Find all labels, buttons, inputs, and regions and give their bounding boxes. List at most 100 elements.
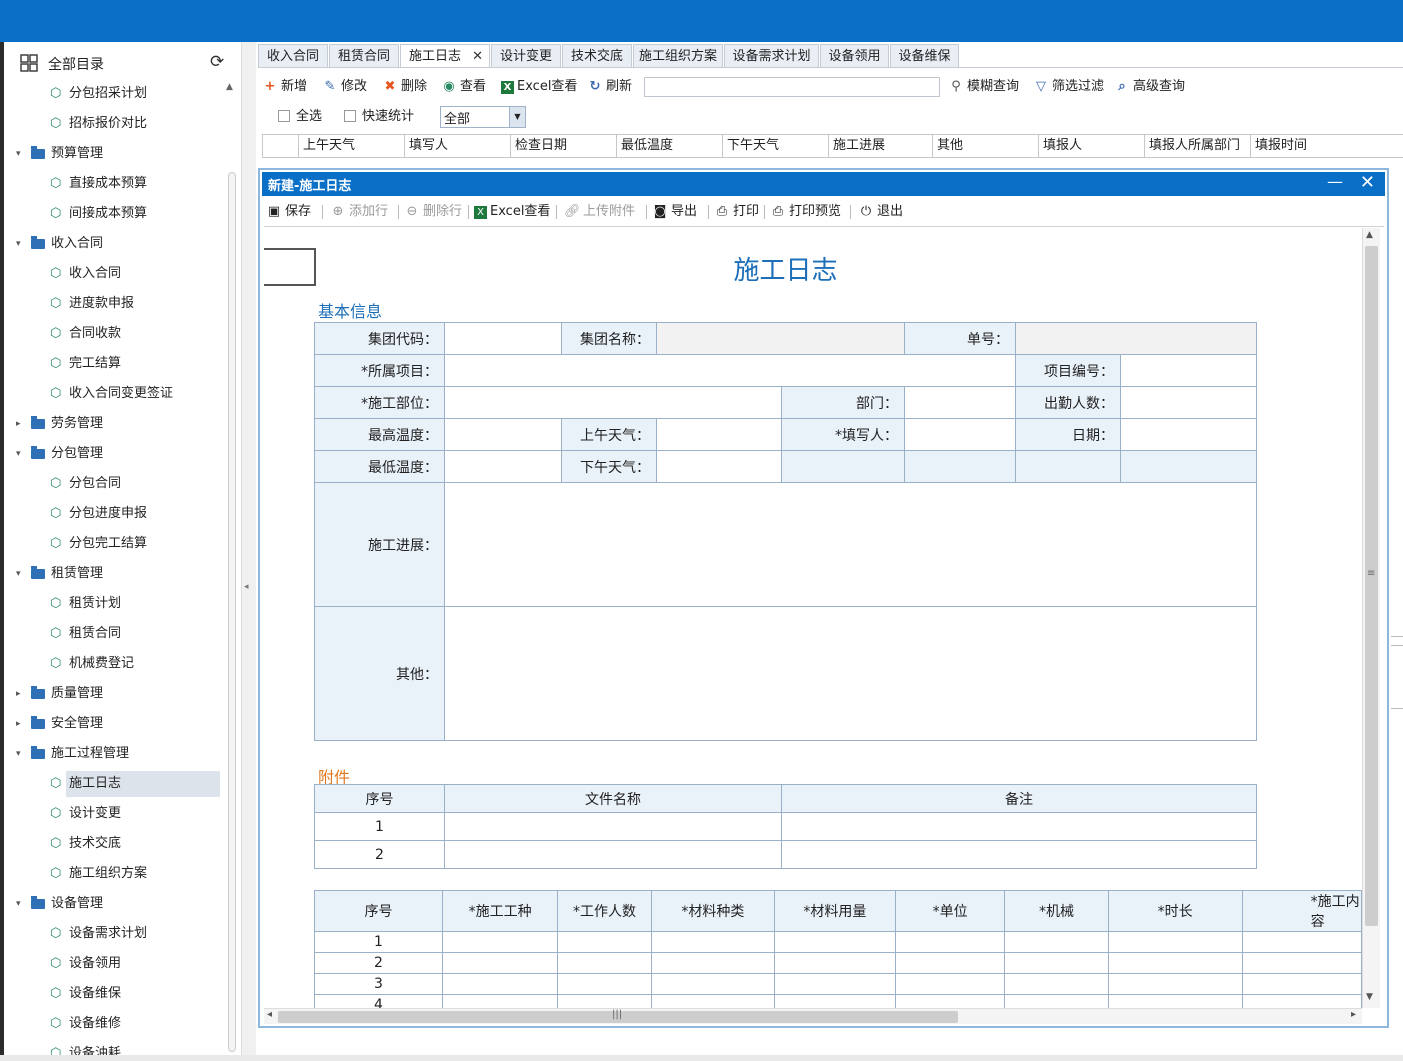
search-input[interactable] (644, 77, 940, 97)
add-button[interactable]: + 新增 (262, 76, 307, 98)
date-field[interactable] (1120, 418, 1257, 451)
sidebar-item[interactable]: ⬡ 分包合同 (4, 469, 224, 499)
sidebar-item[interactable]: ⬡ 进度款申报 (4, 289, 224, 319)
grid-col-header[interactable]: 其他 (932, 135, 1038, 157)
sidebar-item[interactable]: ⬡ 施工日志 (4, 769, 224, 799)
detail-cell[interactable] (773, 952, 896, 974)
sidebar-item[interactable]: ⬡ 收入合同 (4, 259, 224, 289)
select-all-checkbox[interactable]: 全选 (278, 106, 322, 128)
grid-col-header[interactable]: 填报人 (1038, 135, 1144, 157)
checkbox-box[interactable] (278, 110, 290, 122)
sidebar-item[interactable]: ⬡ 设备需求计划 (4, 919, 224, 949)
sidebar-group[interactable]: ▸ 质量管理 (4, 679, 224, 709)
vertical-scrollbar[interactable]: ▲ ≡ ▼ (1362, 228, 1380, 1008)
detail-cell[interactable] (441, 994, 559, 1008)
sidebar-item[interactable]: ⬡ 施工组织方案 (4, 859, 224, 889)
tab-equipment-plan[interactable]: 设备需求计划 (724, 44, 819, 68)
scroll-left-icon[interactable]: ◂ (267, 1009, 272, 1020)
tab-equipment-maintenance[interactable]: 设备维保 (890, 44, 959, 68)
chevron-down-icon[interactable]: ▾ (16, 889, 26, 919)
grid-col-header[interactable]: 检查日期 (510, 135, 616, 157)
table-row[interactable]: 4 (314, 994, 1362, 1008)
chevron-down-icon[interactable]: ▼ (509, 107, 525, 127)
file-name-cell[interactable] (444, 812, 782, 841)
table-row[interactable]: 1 (314, 931, 1362, 953)
excel-view-button[interactable]: X Excel查看 (474, 201, 550, 223)
group-code-field[interactable] (444, 322, 562, 355)
quick-stats-checkbox[interactable]: 快速统计 (344, 106, 414, 128)
sidebar-item[interactable]: ⬡ 收入合同变更签证 (4, 379, 224, 409)
sidebar-item[interactable]: ⬡ 设计变更 (4, 799, 224, 829)
sidebar-group[interactable]: ▾ 租赁管理 (4, 559, 224, 589)
excel-view-button[interactable]: X Excel查看 (501, 76, 577, 98)
sidebar-item[interactable]: ⬡ 租赁计划 (4, 589, 224, 619)
detail-cell[interactable] (557, 952, 652, 974)
sidebar-item[interactable]: ⬡ 技术交底 (4, 829, 224, 859)
tab-income-contract[interactable]: 收入合同 (258, 44, 328, 68)
detail-cell[interactable] (773, 994, 896, 1008)
remark-cell[interactable] (781, 840, 1257, 869)
sidebar-group[interactable]: ▾ 分包管理 (4, 439, 224, 469)
table-row[interactable]: 1 (314, 812, 1257, 841)
sidebar-group[interactable]: ▾ 预算管理 (4, 139, 224, 169)
detail-cell[interactable] (894, 973, 1006, 995)
sidebar-item[interactable]: ⬡ 分包招采计划 (4, 79, 224, 109)
detail-cell[interactable] (1241, 952, 1362, 974)
sidebar-item[interactable]: ⬡ 间接成本预算 (4, 199, 224, 229)
scroll-up-icon[interactable]: ▲ (1366, 230, 1373, 240)
chevron-right-icon[interactable]: ▸ (16, 409, 26, 439)
tab-lease-contract[interactable]: 租赁合同 (329, 44, 399, 68)
pm-weather-field[interactable] (656, 450, 782, 483)
sidebar-group[interactable]: ▾ 收入合同 (4, 229, 224, 259)
progress-field[interactable] (444, 482, 1257, 607)
right-panel-grip[interactable] (1391, 636, 1403, 646)
edit-button[interactable]: ✎ 修改 (322, 76, 367, 98)
view-button[interactable]: ◉ 查看 (441, 76, 486, 98)
sidebar-item[interactable]: ⬡ 设备维保 (4, 979, 224, 1009)
sidebar-item[interactable]: ⬡ 分包完工结算 (4, 529, 224, 559)
detail-cell[interactable] (557, 973, 652, 995)
detail-cell[interactable] (650, 994, 775, 1008)
fuzzy-search-button[interactable]: ⚲ 模糊查询 (948, 76, 1019, 98)
refresh-icon[interactable]: ⟳ (210, 52, 224, 72)
am-weather-field[interactable] (656, 418, 782, 451)
detail-cell[interactable] (894, 994, 1006, 1008)
scroll-right-icon[interactable]: ▸ (1351, 1009, 1356, 1020)
attendance-field[interactable] (1120, 386, 1257, 419)
grid-col-header[interactable]: 上午天气 (298, 135, 404, 157)
sidebar-item[interactable]: ⬡ 直接成本预算 (4, 169, 224, 199)
grid-col-header[interactable]: 填写人 (404, 135, 510, 157)
file-name-cell[interactable] (444, 840, 782, 869)
detail-cell[interactable] (441, 952, 559, 974)
detail-cell[interactable] (557, 931, 652, 953)
scroll-up-icon[interactable]: ▲ (226, 82, 233, 92)
project-field[interactable] (444, 354, 1016, 387)
sidebar-item[interactable]: ⬡ 合同收款 (4, 319, 224, 349)
sidebar-group[interactable]: ▾ 设备管理 (4, 889, 224, 919)
chevron-down-icon[interactable]: ▾ (16, 139, 26, 169)
horizontal-scrollbar[interactable]: ◂ ||| ▸ (264, 1008, 1362, 1024)
sidebar-item[interactable]: ⬡ 设备领用 (4, 949, 224, 979)
tab-design-change[interactable]: 设计变更 (491, 44, 561, 68)
tab-tech-briefing[interactable]: 技术交底 (562, 44, 632, 68)
detail-cell[interactable] (1241, 994, 1362, 1008)
detail-cell[interactable] (441, 931, 559, 953)
sidebar-group[interactable]: ▸ 劳务管理 (4, 409, 224, 439)
sidebar-group[interactable]: ▸ 安全管理 (4, 709, 224, 739)
other-field[interactable] (444, 606, 1257, 741)
detail-cell[interactable] (1241, 973, 1362, 995)
detail-cell[interactable] (441, 973, 559, 995)
detail-cell[interactable] (773, 973, 896, 995)
table-row[interactable]: 2 (314, 952, 1362, 974)
print-button[interactable]: ⎙ 打印 (714, 201, 759, 223)
min-temp-field[interactable] (444, 450, 562, 483)
sidebar-item[interactable]: ⬡ 租赁合同 (4, 619, 224, 649)
max-temp-field[interactable] (444, 418, 562, 451)
export-button[interactable]: ◙ 导出 (652, 201, 697, 223)
project-no-field[interactable] (1120, 354, 1257, 387)
sidebar-item[interactable]: ⬡ 完工结算 (4, 349, 224, 379)
delete-row-button[interactable]: ⊖ 删除行 (404, 201, 462, 223)
filter-button[interactable]: ▽ 筛选过滤 (1033, 76, 1104, 98)
detail-cell[interactable] (1107, 952, 1243, 974)
tab-construction-log[interactable]: 施工日志 ✕ (400, 44, 490, 68)
